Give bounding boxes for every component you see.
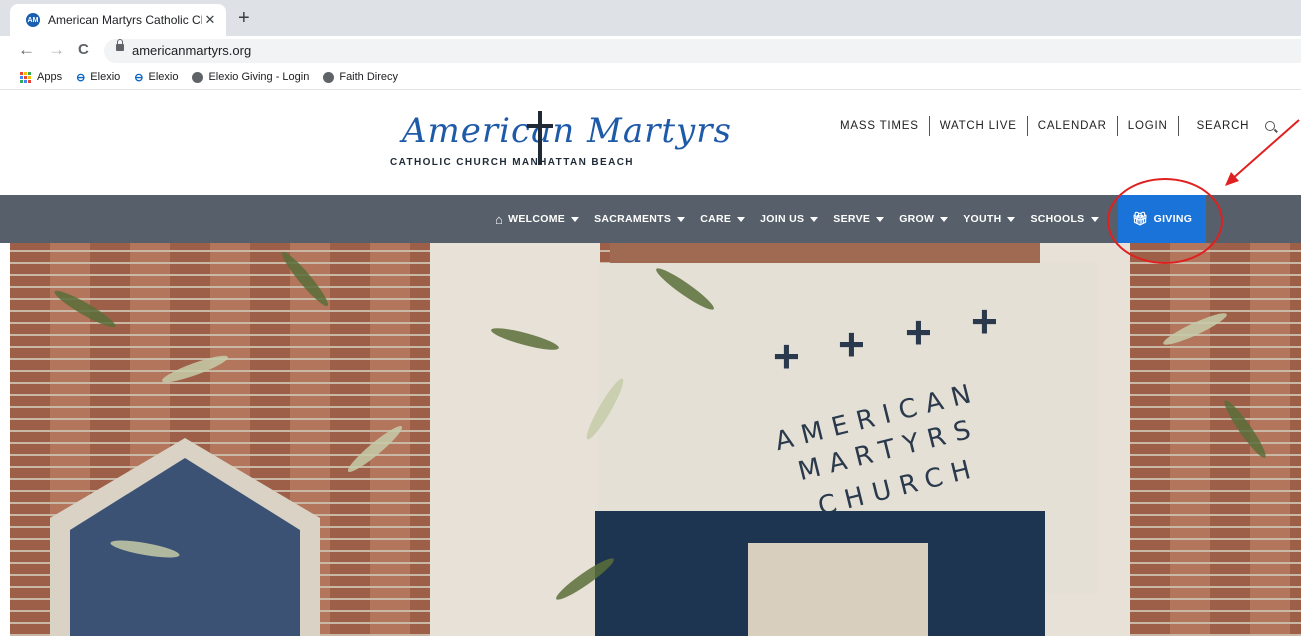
utility-link-login[interactable]: LOGIN bbox=[1118, 120, 1178, 132]
cross-icon: + bbox=[905, 306, 932, 358]
bookmark-faith-direcy[interactable]: Faith Direcy bbox=[323, 71, 398, 83]
bookmark-label: Apps bbox=[37, 71, 63, 83]
caret-down-icon bbox=[810, 216, 819, 222]
elexio-icon: ⊖ bbox=[134, 71, 144, 84]
nav-item-schools[interactable]: SCHOOLS bbox=[1030, 213, 1099, 225]
bookmarks-bar: Apps ⊖ Elexio ⊖ Elexio Elexio Giving - L… bbox=[0, 65, 1301, 90]
browser-toolbar: ← → C americanmartyrs.org bbox=[0, 36, 1301, 65]
close-icon[interactable]: ✕ bbox=[202, 12, 218, 28]
reload-icon[interactable]: C bbox=[78, 40, 89, 60]
address-bar[interactable]: americanmartyrs.org bbox=[104, 39, 1301, 63]
browser-tab[interactable]: AM American Martyrs Catholic Churc ✕ bbox=[10, 4, 226, 36]
caret-down-icon bbox=[940, 216, 949, 222]
url-text: americanmartyrs.org bbox=[132, 43, 252, 58]
utility-link-mass-times[interactable]: MASS TIMES bbox=[830, 120, 929, 132]
caret-down-icon bbox=[1090, 216, 1099, 222]
nav-item-youth[interactable]: YOUTH bbox=[963, 213, 1016, 225]
bookmark-label: Elexio bbox=[90, 71, 121, 83]
nav-item-label: GROW bbox=[899, 213, 935, 225]
utility-nav: MASS TIMES WATCH LIVE CALENDAR LOGIN SEA… bbox=[830, 116, 1276, 136]
site-logo[interactable]: American Martyrs CATHOLIC CHURCH MANHATT… bbox=[390, 111, 731, 175]
nav-item-label: CARE bbox=[700, 213, 732, 225]
annotation-ellipse bbox=[1107, 178, 1223, 264]
nav-item-label: SERVE bbox=[833, 213, 871, 225]
annotation-arrow-icon bbox=[1225, 119, 1300, 186]
cross-icon: + bbox=[971, 295, 998, 347]
caret-down-icon bbox=[1007, 216, 1016, 222]
utility-link-watch-live[interactable]: WATCH LIVE bbox=[930, 120, 1027, 132]
new-tab-button[interactable]: + bbox=[238, 8, 250, 28]
nav-item-label: SACRAMENTS bbox=[594, 213, 672, 225]
hero-image: + + + + AMERICAN MARTYRS CHURCH bbox=[10, 243, 1301, 636]
bookmark-label: Elexio Giving - Login bbox=[208, 71, 310, 83]
caret-down-icon bbox=[737, 216, 746, 222]
logo-script-text: American Martyrs bbox=[402, 111, 732, 151]
elexio-icon: ⊖ bbox=[76, 71, 86, 84]
globe-icon bbox=[192, 71, 204, 83]
cross-icon: + bbox=[773, 330, 800, 382]
utility-link-calendar[interactable]: CALENDAR bbox=[1028, 120, 1117, 132]
main-nav-items: ⌂ WELCOME SACRAMENTS CARE JOIN US SERVE … bbox=[495, 195, 1114, 243]
church-door-interior bbox=[748, 543, 928, 636]
caret-down-icon bbox=[677, 216, 686, 222]
forward-arrow-icon[interactable]: → bbox=[48, 40, 65, 60]
home-icon: ⌂ bbox=[495, 211, 504, 227]
browser-tabstrip: AM American Martyrs Catholic Churc ✕ + bbox=[0, 0, 1301, 36]
nav-item-sacraments[interactable]: SACRAMENTS bbox=[594, 213, 686, 225]
bookmark-elexio-1[interactable]: ⊖ Elexio bbox=[76, 71, 120, 84]
back-arrow-icon[interactable]: ← bbox=[18, 40, 35, 60]
caret-down-icon bbox=[876, 216, 885, 222]
nav-item-label: WELCOME bbox=[508, 213, 566, 225]
bookmark-label: Elexio bbox=[148, 71, 179, 83]
apps-grid-icon bbox=[20, 71, 31, 83]
bookmark-apps[interactable]: Apps bbox=[20, 71, 62, 83]
nav-item-grow[interactable]: GROW bbox=[899, 213, 949, 225]
nav-item-label: JOIN US bbox=[760, 213, 805, 225]
nav-item-label: SCHOOLS bbox=[1030, 213, 1085, 225]
nav-item-join-us[interactable]: JOIN US bbox=[760, 213, 819, 225]
bookmark-elexio-2[interactable]: ⊖ Elexio bbox=[134, 71, 178, 84]
nav-item-welcome[interactable]: ⌂ WELCOME bbox=[495, 211, 580, 227]
bookmark-elexio-giving[interactable]: Elexio Giving - Login bbox=[192, 71, 309, 83]
caret-down-icon bbox=[571, 216, 580, 222]
cross-icon: + bbox=[838, 318, 865, 370]
nav-item-label: YOUTH bbox=[963, 213, 1002, 225]
bookmark-label: Faith Direcy bbox=[339, 71, 399, 83]
site-header: American Martyrs CATHOLIC CHURCH MANHATT… bbox=[0, 91, 1301, 195]
brick-wall bbox=[1130, 243, 1301, 636]
tab-title: American Martyrs Catholic Churc bbox=[48, 13, 202, 27]
logo-subtitle: CATHOLIC CHURCH MANHATTAN BEACH bbox=[390, 157, 634, 168]
stone-pillar bbox=[430, 243, 600, 636]
lock-icon bbox=[116, 39, 124, 51]
globe-icon bbox=[323, 71, 335, 83]
main-nav: ⌂ WELCOME SACRAMENTS CARE JOIN US SERVE … bbox=[0, 195, 1301, 243]
site-favicon-icon: AM bbox=[26, 13, 40, 27]
nav-item-serve[interactable]: SERVE bbox=[833, 213, 885, 225]
nav-item-care[interactable]: CARE bbox=[700, 213, 746, 225]
